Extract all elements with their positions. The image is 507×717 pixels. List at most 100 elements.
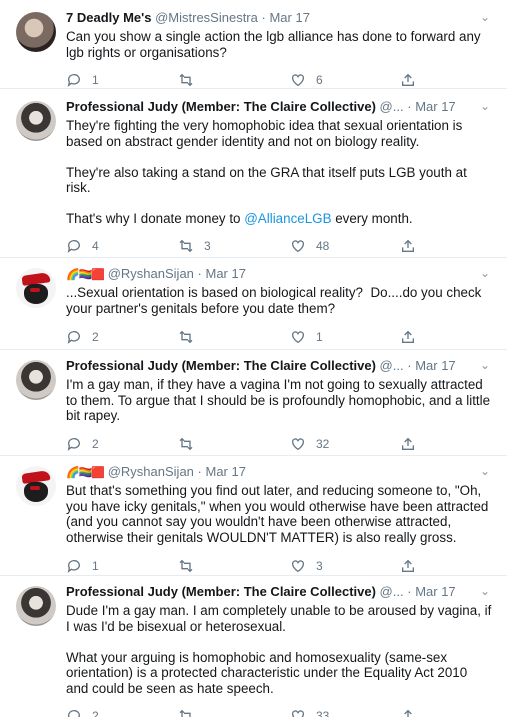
chevron-down-icon[interactable]: ⌄ bbox=[477, 464, 493, 480]
retweet-button[interactable] bbox=[178, 558, 290, 574]
reply-button[interactable]: 2 bbox=[66, 329, 178, 345]
reply-button[interactable]: 2 bbox=[66, 708, 178, 717]
chevron-down-icon[interactable]: ⌄ bbox=[477, 99, 493, 115]
display-name[interactable]: Professional Judy (Member: The Claire Co… bbox=[66, 99, 376, 114]
user-handle[interactable]: @RyshanSijan bbox=[108, 464, 194, 479]
tweet-text: Dude I'm a gay man. I am completely unab… bbox=[66, 603, 492, 696]
tweet-header: Professional Judy (Member: The Claire Co… bbox=[66, 99, 493, 115]
like-button[interactable]: 6 bbox=[290, 72, 400, 88]
chevron-down-icon[interactable]: ⌄ bbox=[477, 266, 493, 282]
tweet[interactable]: 7 Deadly Me's @MistresSinestra · Mar 17 … bbox=[0, 0, 507, 89]
like-count: 48 bbox=[316, 238, 330, 253]
tweet-text: ...Sexual orientation is based on biolog… bbox=[66, 285, 486, 316]
separator-dot: · bbox=[261, 10, 266, 25]
display-name[interactable]: Professional Judy (Member: The Claire Co… bbox=[66, 584, 376, 599]
like-button[interactable]: 32 bbox=[290, 436, 400, 452]
mention-link[interactable]: @AllianceLGB bbox=[244, 211, 331, 226]
timestamp[interactable]: Mar 17 bbox=[269, 10, 309, 25]
heart-icon bbox=[292, 239, 304, 252]
retweet-icon bbox=[179, 437, 193, 450]
avatar[interactable] bbox=[16, 268, 56, 308]
reply-button[interactable]: 1 bbox=[66, 72, 178, 88]
user-handle[interactable]: @... bbox=[380, 584, 404, 599]
share-button[interactable] bbox=[400, 72, 416, 88]
retweet-button[interactable] bbox=[178, 708, 290, 717]
like-count: 6 bbox=[316, 73, 323, 87]
timestamp[interactable]: Mar 17 bbox=[206, 464, 246, 479]
tweet[interactable]: 🌈🏳️‍🌈🟥 @RyshanSijan · Mar 17 ⌄ ...Sexual… bbox=[0, 258, 507, 350]
reply-icon bbox=[67, 560, 80, 573]
avatar[interactable] bbox=[16, 360, 56, 400]
tweet-actions: 2 1 bbox=[66, 327, 493, 347]
avatar[interactable] bbox=[16, 466, 56, 506]
tweet[interactable]: Professional Judy (Member: The Claire Co… bbox=[0, 350, 507, 456]
retweet-button[interactable] bbox=[178, 329, 290, 345]
reply-count: 2 bbox=[92, 709, 99, 717]
reply-icon bbox=[67, 331, 80, 344]
display-name[interactable]: 7 Deadly Me's bbox=[66, 10, 151, 25]
user-handle[interactable]: @... bbox=[380, 99, 404, 114]
timestamp[interactable]: Mar 17 bbox=[415, 584, 455, 599]
share-icon bbox=[402, 73, 414, 86]
heart-icon bbox=[292, 331, 304, 344]
tweet-text: I'm a gay man, if they have a vagina I'm… bbox=[66, 377, 494, 423]
share-button[interactable] bbox=[400, 329, 416, 345]
share-button[interactable] bbox=[400, 708, 416, 717]
tweet-text: But that's something you find out later,… bbox=[66, 483, 493, 545]
like-button[interactable]: 1 bbox=[290, 329, 400, 345]
tweet[interactable]: Professional Judy (Member: The Claire Co… bbox=[0, 576, 507, 717]
tweet[interactable]: Professional Judy (Member: The Claire Co… bbox=[0, 89, 507, 258]
heart-icon bbox=[292, 560, 304, 573]
share-button[interactable] bbox=[400, 436, 416, 452]
share-button[interactable] bbox=[400, 238, 416, 254]
chevron-down-icon[interactable]: ⌄ bbox=[477, 358, 493, 374]
share-icon bbox=[402, 437, 414, 450]
share-icon bbox=[402, 330, 414, 343]
tweet[interactable]: 🌈🏳️‍🌈🟥 @RyshanSijan · Mar 17 ⌄ But that'… bbox=[0, 456, 507, 576]
like-count: 33 bbox=[316, 709, 330, 717]
tweet-body: Professional Judy (Member: The Claire Co… bbox=[66, 584, 493, 717]
retweet-icon bbox=[179, 330, 193, 344]
reply-icon bbox=[67, 239, 80, 253]
retweet-button[interactable] bbox=[178, 72, 290, 88]
reply-button[interactable]: 4 bbox=[66, 238, 178, 254]
chevron-down-icon[interactable]: ⌄ bbox=[477, 584, 493, 600]
share-icon bbox=[402, 559, 414, 572]
tweet-body: 🌈🏳️‍🌈🟥 @RyshanSijan · Mar 17 ⌄ ...Sexual… bbox=[66, 266, 493, 349]
user-handle[interactable]: @MistresSinestra bbox=[155, 10, 258, 25]
display-name[interactable]: 🌈🏳️‍🌈🟥 bbox=[66, 269, 105, 281]
display-name[interactable]: Professional Judy (Member: The Claire Co… bbox=[66, 358, 376, 373]
reply-button[interactable]: 2 bbox=[66, 436, 178, 452]
reply-button[interactable]: 1 bbox=[66, 558, 178, 574]
retweet-button[interactable] bbox=[178, 436, 290, 452]
tweet-body: Professional Judy (Member: The Claire Co… bbox=[66, 99, 493, 257]
like-button[interactable]: 48 bbox=[290, 238, 400, 254]
retweet-icon bbox=[179, 73, 193, 87]
like-button[interactable]: 33 bbox=[290, 708, 400, 717]
heart-icon bbox=[292, 437, 304, 450]
reply-icon bbox=[67, 710, 80, 717]
timestamp[interactable]: Mar 17 bbox=[415, 358, 455, 373]
avatar[interactable] bbox=[16, 12, 56, 52]
heart-icon bbox=[292, 74, 304, 87]
display-name[interactable]: 🌈🏳️‍🌈🟥 bbox=[66, 467, 105, 479]
share-button[interactable] bbox=[400, 558, 416, 574]
tweet-header: 🌈🏳️‍🌈🟥 @RyshanSijan · Mar 17 bbox=[66, 464, 493, 480]
like-button[interactable]: 3 bbox=[290, 558, 400, 574]
tweet-header: 🌈🏳️‍🌈🟥 @RyshanSijan · Mar 17 bbox=[66, 266, 493, 282]
avatar[interactable] bbox=[16, 586, 56, 626]
tweet-actions: 1 3 bbox=[66, 556, 493, 575]
timestamp[interactable]: Mar 17 bbox=[206, 266, 246, 281]
reply-count: 2 bbox=[92, 436, 99, 451]
reply-icon bbox=[67, 74, 80, 87]
tweet-thread: 7 Deadly Me's @MistresSinestra · Mar 17 … bbox=[0, 0, 507, 717]
heart-icon bbox=[292, 710, 304, 717]
avatar[interactable] bbox=[16, 101, 56, 141]
tweet-body: Professional Judy (Member: The Claire Co… bbox=[66, 358, 493, 455]
retweet-button[interactable]: 3 bbox=[178, 238, 290, 254]
timestamp[interactable]: Mar 17 bbox=[415, 99, 455, 114]
user-handle[interactable]: @... bbox=[380, 358, 404, 373]
user-handle[interactable]: @RyshanSijan bbox=[108, 266, 194, 281]
chevron-down-icon[interactable]: ⌄ bbox=[477, 10, 493, 26]
like-count: 32 bbox=[316, 436, 330, 451]
